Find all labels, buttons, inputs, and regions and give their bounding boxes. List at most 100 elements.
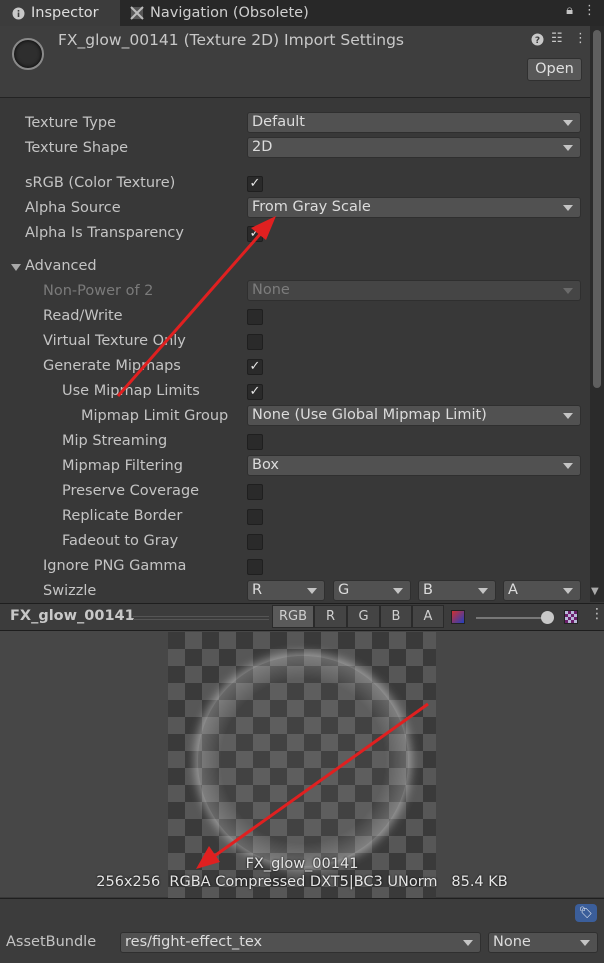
channel-r-button[interactable]: R — [314, 605, 347, 628]
texture-type-label: Texture Type — [25, 115, 116, 131]
generate-mipmaps-checkbox[interactable]: ✓ — [247, 359, 263, 375]
chevron-down-icon — [563, 205, 573, 211]
mipmap-filtering-label: Mipmap Filtering — [62, 458, 183, 474]
texture-type-value: Default — [252, 114, 305, 130]
texture-thumbnail-icon — [12, 38, 44, 70]
chevron-down-icon — [393, 588, 403, 594]
preserve-coverage-checkbox[interactable] — [247, 484, 263, 500]
scroll-down-icon[interactable]: ▼ — [591, 586, 599, 597]
swizzle-r-dropdown[interactable]: R — [247, 580, 325, 601]
asset-bundle-variant-value: None — [493, 934, 531, 950]
alpha-is-transparency-label: Alpha Is Transparency — [25, 225, 184, 241]
texture-name-overlay: FX_glow_00141 — [245, 856, 359, 872]
texture-shape-dropdown[interactable]: 2D — [247, 137, 581, 158]
virtual-texture-only-checkbox[interactable] — [247, 334, 263, 350]
open-button[interactable]: Open — [527, 58, 582, 81]
chevron-down-icon — [307, 588, 317, 594]
lock-icon[interactable]: 🔒︎ — [566, 3, 573, 18]
mip-level-slider[interactable] — [476, 617, 548, 619]
read-write-checkbox[interactable] — [247, 309, 263, 325]
generate-mipmaps-label: Generate Mipmaps — [43, 358, 181, 374]
ignore-png-gamma-checkbox[interactable] — [247, 559, 263, 575]
texture-preview-glow-ring — [198, 656, 408, 866]
swizzle-g-value: G — [338, 582, 350, 598]
tab-inspector-label: Inspector — [31, 5, 99, 21]
channel-g-button[interactable]: G — [347, 605, 380, 628]
swizzle-g-dropdown[interactable]: G — [333, 580, 411, 601]
mip-streaming-checkbox[interactable] — [247, 434, 263, 450]
mipmap-limit-group-label: Mipmap Limit Group — [81, 408, 229, 424]
preview-more-icon[interactable]: ⋮ — [590, 606, 604, 622]
swizzle-b-value: B — [423, 582, 433, 598]
asset-bundle-bar — [0, 898, 604, 963]
swizzle-a-dropdown[interactable]: A — [503, 580, 581, 601]
ignore-png-gamma-label: Ignore PNG Gamma — [43, 558, 187, 574]
non-power-of-2-value: None — [252, 282, 290, 298]
foldout-arrow-icon[interactable] — [11, 264, 21, 271]
texture-info-overlay: 256x256 RGBA Compressed DXT5|BC3 UNorm 8… — [96, 874, 508, 890]
preview-resize-grip[interactable] — [133, 616, 269, 620]
asset-label-tag-icon[interactable]: 🏷︎ — [575, 904, 597, 922]
channel-rgb-button[interactable]: RGB — [272, 605, 314, 628]
swizzle-r-value: R — [252, 582, 263, 598]
swizzle-b-dropdown[interactable]: B — [418, 580, 496, 601]
alpha-is-transparency-checkbox[interactable]: ✓ — [247, 226, 263, 242]
asset-bundle-label: AssetBundle — [6, 934, 97, 950]
tab-navigation-label: Navigation (Obsolete) — [150, 5, 309, 21]
chevron-down-icon — [478, 588, 488, 594]
advanced-foldout-label[interactable]: Advanced — [25, 258, 97, 274]
navigation-icon — [130, 6, 144, 20]
more-options-icon[interactable]: ⋮ — [583, 3, 596, 18]
tab-navigation[interactable]: Navigation (Obsolete) — [128, 0, 388, 26]
swizzle-a-value: A — [508, 582, 518, 598]
svg-text:?: ? — [535, 36, 540, 46]
virtual-texture-only-label: Virtual Texture Only — [43, 333, 186, 349]
use-mipmap-limits-checkbox[interactable]: ✓ — [247, 384, 263, 400]
help-icon[interactable]: ? — [531, 33, 544, 50]
mipmap-limit-group-dropdown[interactable]: None (Use Global Mipmap Limit) — [247, 405, 581, 426]
tab-bar-icons: 🔒︎ ⋮ — [566, 3, 596, 18]
asset-bundle-name-dropdown[interactable]: res/fight-effect_tex — [120, 932, 481, 953]
alpha-source-value: From Gray Scale — [252, 199, 371, 215]
asset-bundle-name-value: res/fight-effect_tex — [125, 934, 263, 950]
texture-type-dropdown[interactable]: Default — [247, 112, 581, 133]
channel-a-button[interactable]: A — [412, 605, 444, 628]
preserve-coverage-label: Preserve Coverage — [62, 483, 200, 499]
chevron-down-icon — [563, 413, 573, 419]
mipmap-filtering-value: Box — [252, 457, 279, 473]
chevron-down-icon — [580, 940, 590, 946]
replicate-border-checkbox[interactable] — [247, 509, 263, 525]
chevron-down-icon — [563, 288, 573, 294]
presets-icon[interactable]: ☷ — [551, 31, 563, 46]
scrollbar-thumb[interactable] — [593, 30, 601, 388]
mipmap-filtering-dropdown[interactable]: Box — [247, 455, 581, 476]
fadeout-to-gray-label: Fadeout to Gray — [62, 533, 179, 549]
mip-level-small-icon — [451, 610, 465, 624]
mipmap-limit-group-value: None (Use Global Mipmap Limit) — [252, 407, 487, 423]
chevron-down-icon — [463, 940, 473, 946]
swizzle-label: Swizzle — [43, 583, 97, 599]
info-icon — [12, 7, 25, 19]
header-more-icon[interactable]: ⋮ — [574, 31, 587, 46]
mip-level-slider-knob[interactable] — [541, 611, 554, 624]
replicate-border-label: Replicate Border — [62, 508, 183, 524]
alpha-source-dropdown[interactable]: From Gray Scale — [247, 197, 581, 218]
alpha-source-label: Alpha Source — [25, 200, 121, 216]
fadeout-to-gray-checkbox[interactable] — [247, 534, 263, 550]
tab-bar: Inspector Navigation (Obsolete) 🔒︎ ⋮ — [0, 0, 604, 26]
srgb-checkbox[interactable]: ✓ — [247, 176, 263, 192]
use-mipmap-limits-label: Use Mipmap Limits — [62, 383, 200, 399]
mip-streaming-label: Mip Streaming — [62, 433, 168, 449]
chevron-down-icon — [563, 463, 573, 469]
srgb-label: sRGB (Color Texture) — [25, 175, 176, 191]
tab-inspector[interactable]: Inspector — [0, 0, 120, 26]
asset-bundle-variant-dropdown[interactable]: None — [488, 932, 598, 953]
mip-level-large-icon — [564, 610, 578, 624]
chevron-down-icon — [563, 120, 573, 126]
read-write-label: Read/Write — [43, 308, 123, 324]
non-power-of-2-label: Non-Power of 2 — [43, 283, 154, 299]
channel-b-button[interactable]: B — [380, 605, 412, 628]
chevron-down-icon — [563, 145, 573, 151]
texture-shape-label: Texture Shape — [25, 140, 129, 156]
non-power-of-2-dropdown: None — [247, 280, 581, 301]
